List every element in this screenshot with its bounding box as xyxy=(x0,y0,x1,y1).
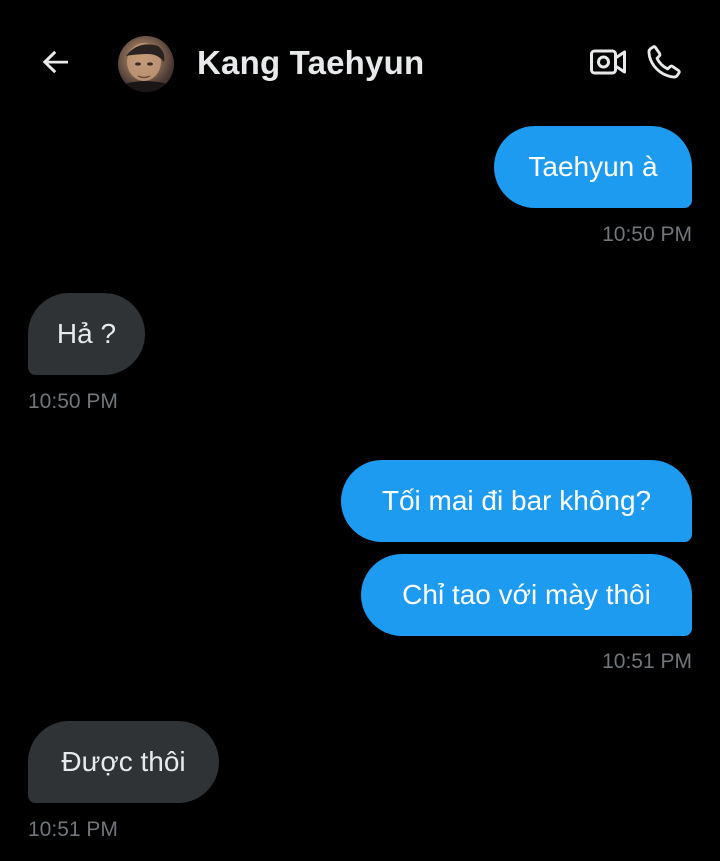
back-button[interactable] xyxy=(34,40,78,84)
phone-icon xyxy=(647,45,681,79)
message-timestamp: 10:51 PM xyxy=(602,650,692,673)
video-call-button[interactable] xyxy=(586,42,630,82)
avatar-image xyxy=(118,43,174,92)
message-bubble-incoming[interactable]: Hả ? xyxy=(28,293,145,375)
message-bubble-outgoing[interactable]: Chỉ tao với mày thôi xyxy=(361,554,692,636)
message-timestamp: 10:51 PM xyxy=(28,818,118,841)
voice-call-button[interactable] xyxy=(642,40,686,84)
video-camera-icon xyxy=(590,49,626,75)
message-timestamp: 10:50 PM xyxy=(28,390,118,413)
arrow-left-icon xyxy=(42,50,68,74)
contact-avatar[interactable] xyxy=(118,36,174,92)
message-bubble-incoming[interactable]: Được thôi xyxy=(28,721,219,803)
contact-name[interactable]: Kang Taehyun xyxy=(197,44,424,82)
message-bubble-outgoing[interactable]: Tối mai đi bar không? xyxy=(341,460,692,542)
conversation-header: Kang Taehyun xyxy=(0,0,720,125)
message-bubble-outgoing[interactable]: Taehyun à xyxy=(494,126,692,208)
message-timestamp: 10:50 PM xyxy=(602,223,692,246)
